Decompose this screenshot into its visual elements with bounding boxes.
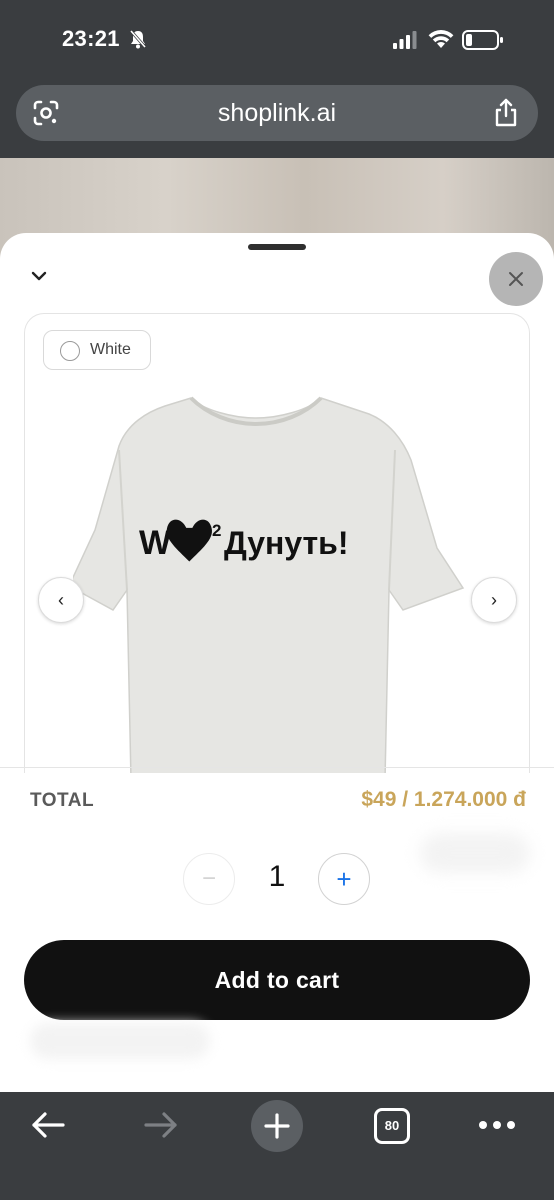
variant-label: White	[90, 341, 131, 358]
next-image-button[interactable]: ›	[471, 577, 517, 623]
battery-icon	[462, 30, 503, 50]
total-label: TOTAL	[30, 790, 95, 811]
product-sheet: White W 2 Дунуть! ‹ › TOTAL $49 / 1.274.…	[0, 233, 554, 1093]
tshirt-body	[73, 397, 465, 773]
new-tab-button[interactable]	[251, 1100, 303, 1152]
blurred-placeholder	[420, 833, 530, 873]
signal-icon	[393, 31, 417, 49]
status-time: 23:21	[62, 26, 120, 51]
print-text-main: Дунуть!	[224, 525, 349, 561]
url-text[interactable]: shoplink.ai	[16, 99, 538, 128]
blurred-placeholder	[30, 1023, 210, 1059]
status-bar: 23:21	[0, 0, 554, 80]
bell-off-icon	[129, 30, 147, 49]
address-bar[interactable]: shoplink.ai	[16, 85, 538, 141]
total-price: $49 / 1.274.000 đ	[361, 788, 526, 811]
share-icon[interactable]	[492, 98, 520, 128]
tab-switcher-button[interactable]: 80	[374, 1108, 410, 1144]
more-icon[interactable]	[478, 1120, 516, 1130]
prev-image-button[interactable]: ‹	[38, 577, 84, 623]
back-arrow-icon[interactable]	[30, 1110, 66, 1140]
wifi-icon	[428, 30, 454, 48]
forward-arrow-icon[interactable]	[143, 1110, 179, 1140]
close-icon	[509, 272, 523, 286]
chevron-down-icon[interactable]	[24, 261, 54, 291]
quantity-value: 1	[268, 860, 286, 893]
add-to-cart-button[interactable]: Add to cart	[24, 940, 530, 1020]
divider	[0, 767, 554, 768]
variant-chip[interactable]: White	[43, 330, 151, 370]
plus-icon	[264, 1113, 290, 1139]
print-text-sup: 2	[212, 521, 221, 540]
product-image: W 2 Дунуть!	[73, 396, 465, 773]
sheet-handle[interactable]	[248, 244, 306, 250]
product-card: White W 2 Дунуть! ‹ ›	[24, 313, 530, 773]
browser-toolbar: 80	[0, 1092, 554, 1200]
quantity-decrease-button[interactable]: −	[183, 853, 235, 905]
quantity-increase-button[interactable]: +	[318, 853, 370, 905]
radio-icon[interactable]	[60, 341, 80, 361]
close-button[interactable]	[489, 252, 543, 306]
